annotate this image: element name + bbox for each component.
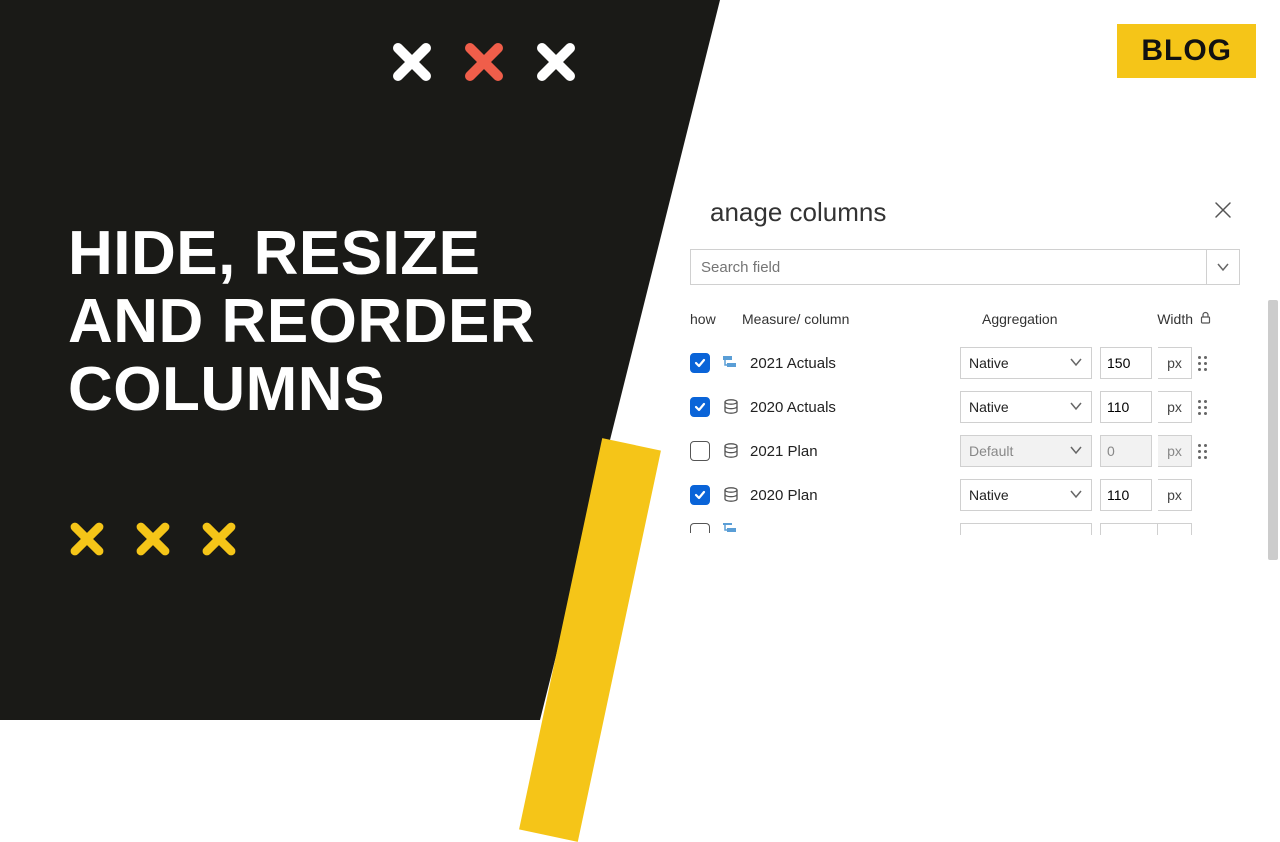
search-dropdown-button[interactable]: [1206, 249, 1240, 285]
title-line: AND REORDER: [68, 288, 535, 356]
database-icon: [720, 442, 742, 460]
hierarchy-icon: [720, 354, 742, 372]
px-label: px: [1158, 435, 1192, 467]
chevron-down-icon: [1069, 443, 1083, 460]
measure-label: 2021 Actuals: [742, 355, 960, 372]
table-row: 2020 ActualsNative px: [690, 385, 1240, 429]
header-measure: Measure/ column: [742, 311, 982, 327]
header-aggregation: Aggregation: [982, 311, 1122, 327]
px-label: px: [1158, 479, 1192, 511]
table-row-partial: [690, 517, 1240, 537]
drag-handle[interactable]: [1198, 444, 1212, 459]
lock-icon: [1199, 311, 1212, 327]
drag-handle[interactable]: [1198, 400, 1212, 415]
measure-label: 2020 Actuals: [742, 399, 960, 416]
database-icon: [720, 486, 742, 504]
chevron-down-icon: [1069, 399, 1083, 416]
measure-label: 2020 Plan: [742, 487, 960, 504]
chevron-down-icon: [1069, 355, 1083, 372]
title-line: HIDE, RESIZE: [68, 220, 535, 288]
table-row: 2020 PlanNative px: [690, 473, 1240, 517]
px-label: px: [1158, 391, 1192, 423]
manage-columns-panel: anage columns how Measure/ column Aggreg…: [680, 195, 1250, 537]
aggregation-select[interactable]: Native: [960, 391, 1092, 423]
chevron-down-icon: [1069, 487, 1083, 504]
x-icon: [462, 40, 506, 84]
top-x-row: [390, 40, 578, 84]
aggregation-select[interactable]: [960, 523, 1092, 535]
bottom-x-row: [68, 520, 238, 558]
hierarchy-icon: [720, 523, 742, 533]
show-checkbox[interactable]: [690, 523, 710, 533]
show-checkbox[interactable]: [690, 353, 710, 373]
x-icon: [200, 520, 238, 558]
header-width: Width: [1157, 311, 1193, 327]
width-input[interactable]: [1100, 391, 1152, 423]
width-input[interactable]: [1100, 479, 1152, 511]
database-icon: [720, 398, 742, 416]
px-label: px: [1158, 347, 1192, 379]
scrollbar[interactable]: [1268, 300, 1278, 560]
table-row: 2021 ActualsNative px: [690, 341, 1240, 385]
search-input[interactable]: [690, 249, 1206, 285]
blog-badge: BLOG: [1117, 24, 1256, 78]
table-row: 2021 PlanDefault px: [690, 429, 1240, 473]
header-show: how: [690, 311, 742, 327]
panel-title: anage columns: [710, 197, 886, 228]
measure-label: 2021 Plan: [742, 443, 960, 460]
show-checkbox[interactable]: [690, 397, 710, 417]
title-line: COLUMNS: [68, 356, 535, 424]
x-icon: [534, 40, 578, 84]
x-icon: [390, 40, 434, 84]
width-input[interactable]: [1100, 347, 1152, 379]
close-button[interactable]: [1204, 195, 1242, 229]
aggregation-select: Default: [960, 435, 1092, 467]
drag-handle[interactable]: [1198, 356, 1212, 371]
show-checkbox[interactable]: [690, 485, 710, 505]
show-checkbox[interactable]: [690, 441, 710, 461]
width-input: [1100, 435, 1152, 467]
aggregation-select[interactable]: Native: [960, 347, 1092, 379]
aggregation-select[interactable]: Native: [960, 479, 1092, 511]
x-icon: [68, 520, 106, 558]
page-title: HIDE, RESIZE AND REORDER COLUMNS: [68, 220, 535, 425]
x-icon: [134, 520, 172, 558]
